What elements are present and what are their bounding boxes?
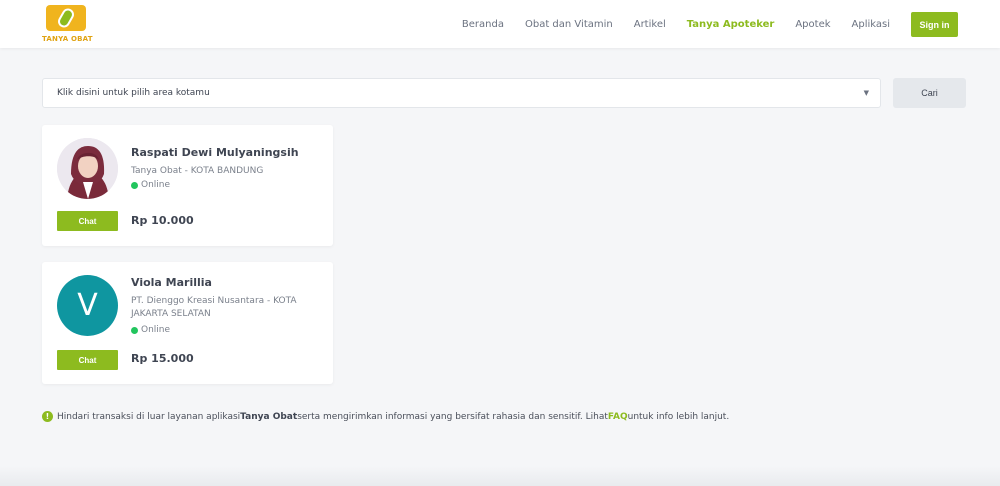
search-button[interactable]: Cari — [893, 78, 966, 108]
online-dot-icon — [131, 181, 138, 189]
notice-brand: Tanya Obat — [240, 411, 298, 422]
nav-item-tanya-apoteker[interactable]: Tanya Apoteker — [687, 19, 775, 30]
price: Rp 15.000 — [131, 352, 194, 365]
pharmacist-org: Tanya Obat - KOTA BANDUNG — [131, 166, 264, 176]
chat-button[interactable]: Chat — [57, 350, 118, 370]
pill-icon — [55, 6, 77, 30]
brand-name: TANYA OBAT — [42, 35, 93, 43]
caret-down-icon: ▼ — [863, 89, 869, 97]
nav-item-beranda[interactable]: Beranda — [462, 19, 504, 30]
logo-mark-icon — [46, 5, 86, 31]
status-badge: Online — [131, 325, 170, 335]
pharmacist-card: Raspati Dewi Mulyaningsih Tanya Obat - K… — [42, 125, 333, 246]
price: Rp 10.000 — [131, 214, 194, 227]
nav-item-apotek[interactable]: Apotek — [795, 19, 830, 30]
notice: ! Hindari transaksi di luar layanan apli… — [42, 411, 729, 422]
faq-link[interactable]: FAQ — [608, 412, 628, 422]
status-badge: Online — [131, 180, 170, 190]
area-select-placeholder: Klik disini untuk pilih area kotamu — [57, 88, 210, 98]
pharmacist-card: V Viola Marillia PT. Dienggo Kreasi Nusa… — [42, 262, 333, 384]
nav-item-artikel[interactable]: Artikel — [634, 19, 666, 30]
navbar: TANYA OBAT Beranda Obat dan Vitamin Arti… — [0, 0, 1000, 48]
nav-links: Beranda Obat dan Vitamin Artikel Tanya A… — [441, 0, 890, 48]
nav-item-obat-dan-vitamin[interactable]: Obat dan Vitamin — [525, 19, 613, 30]
pharmacist-name: Raspati Dewi Mulyaningsih — [131, 146, 299, 159]
status-text: Online — [141, 325, 171, 335]
footer-edge — [0, 466, 1000, 486]
notice-text-3: untuk info lebih lanjut. — [627, 411, 730, 422]
alert-icon: ! — [42, 411, 53, 422]
chat-button[interactable]: Chat — [57, 211, 118, 231]
online-dot-icon — [131, 326, 138, 334]
status-text: Online — [141, 180, 171, 190]
brand-logo[interactable]: TANYA OBAT — [42, 5, 93, 45]
notice-text-1: Hindari transaksi di luar layanan aplika… — [57, 411, 241, 422]
notice-text-2: serta mengirimkan informasi yang bersifa… — [297, 411, 608, 422]
nav-item-aplikasi[interactable]: Aplikasi — [852, 19, 890, 30]
pharmacist-name: Viola Marillia — [131, 276, 212, 289]
area-select[interactable]: Klik disini untuk pilih area kotamu ▼ — [42, 78, 881, 108]
sign-in-button[interactable]: Sign in — [911, 12, 958, 37]
avatar — [57, 138, 118, 199]
pharmacist-org: PT. Dienggo Kreasi Nusantara - KOTA JAKA… — [131, 296, 297, 319]
avatar: V — [57, 275, 118, 336]
